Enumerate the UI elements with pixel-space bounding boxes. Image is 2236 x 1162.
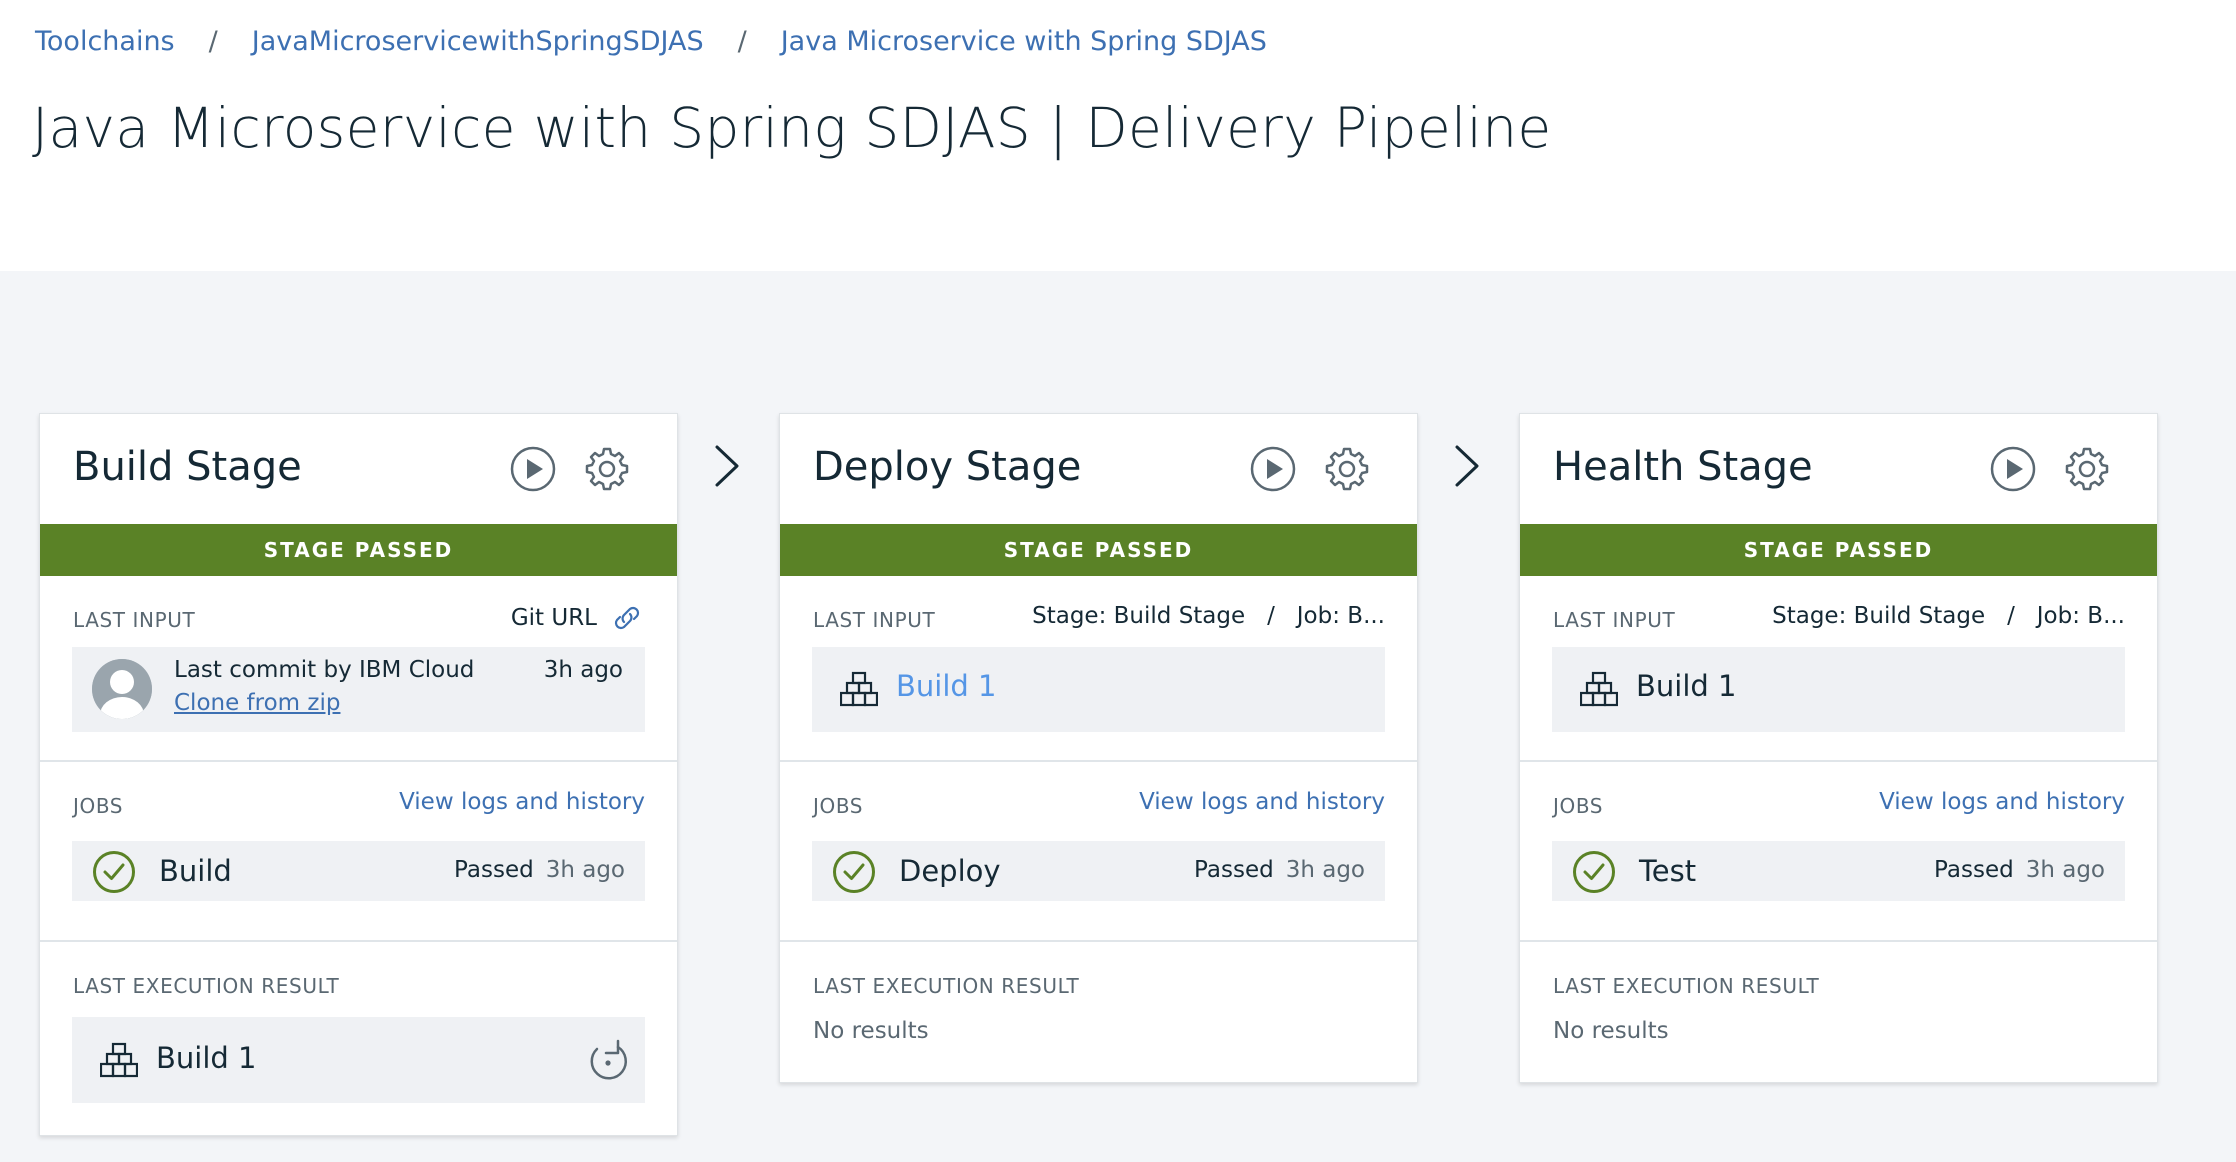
breadcrumb-pipeline[interactable]: Java Microservice with Spring SDJAS bbox=[781, 26, 1267, 57]
avatar bbox=[92, 659, 152, 719]
last-execution-section: LAST EXECUTION RESULT No results bbox=[780, 942, 1417, 1078]
job-status: Passed 3h ago bbox=[1194, 857, 1365, 883]
clone-from-zip-link[interactable]: Clone from zip bbox=[174, 690, 340, 716]
job-time: 3h ago bbox=[545, 857, 625, 883]
view-logs-link[interactable]: View logs and history bbox=[1139, 789, 1385, 815]
run-stage-icon[interactable] bbox=[1250, 446, 1296, 492]
jobs-section: JOBS View logs and history Test Passed 3h… bbox=[1520, 762, 2157, 942]
build-icon bbox=[840, 671, 878, 707]
link-icon bbox=[614, 606, 640, 630]
input-source: Stage: Build Stage / Job: B... bbox=[1772, 603, 2125, 629]
stage-card-health: Health Stage STAGE PASSED LAST INPUT Sta… bbox=[1519, 413, 2158, 1083]
stage-status-badge: STAGE PASSED bbox=[40, 524, 677, 576]
execution-result-tile[interactable]: Build 1 bbox=[72, 1017, 645, 1103]
input-source[interactable]: Git URL bbox=[511, 603, 645, 633]
last-input-section: LAST INPUT Stage: Build Stage / Job: B..… bbox=[1520, 576, 2157, 762]
check-circle-icon bbox=[93, 851, 135, 893]
job-status-text: Passed bbox=[454, 857, 534, 883]
no-results-text: No results bbox=[1553, 1018, 1669, 1044]
last-execution-label: LAST EXECUTION RESULT bbox=[73, 974, 340, 998]
jobs-section: JOBS View logs and history Build Passed 3… bbox=[40, 762, 677, 942]
breadcrumb-separator: / bbox=[737, 26, 747, 57]
page-header: Toolchains / JavaMicroservicewithSpringS… bbox=[0, 0, 2236, 271]
last-commit-tile: Last commit by IBM Cloud Clone from zip … bbox=[72, 647, 645, 732]
stage-title: Health Stage bbox=[1553, 444, 1813, 490]
last-execution-label: LAST EXECUTION RESULT bbox=[1553, 974, 1820, 998]
input-build-tile[interactable]: Build 1 bbox=[812, 647, 1385, 732]
stage-status-badge: STAGE PASSED bbox=[780, 524, 1417, 576]
commit-time: 3h ago bbox=[543, 657, 623, 683]
commit-text: Last commit by IBM Cloud bbox=[174, 657, 475, 683]
last-execution-label: LAST EXECUTION RESULT bbox=[813, 974, 1080, 998]
redeploy-icon bbox=[590, 1039, 628, 1080]
jobs-section: JOBS View logs and history Deploy Passed… bbox=[780, 762, 1417, 942]
chevron-right-icon bbox=[715, 445, 739, 487]
job-row[interactable]: Test Passed 3h ago bbox=[1552, 841, 2125, 901]
stage-header: Build Stage bbox=[40, 414, 677, 524]
stage-status-badge: STAGE PASSED bbox=[1520, 524, 2157, 576]
job-name: Deploy bbox=[899, 854, 1001, 888]
last-input-section: LAST INPUT Git URL Last commit by IBM Cl… bbox=[40, 576, 677, 762]
job-time: 3h ago bbox=[1285, 857, 1365, 883]
gear-icon[interactable] bbox=[1324, 446, 1370, 492]
input-source-label: Stage: Build Stage / Job: B... bbox=[1772, 603, 2125, 629]
input-build-tile[interactable]: Build 1 bbox=[1552, 647, 2125, 732]
last-input-label: LAST INPUT bbox=[73, 608, 196, 632]
jobs-label: JOBS bbox=[73, 794, 124, 818]
jobs-label: JOBS bbox=[813, 794, 864, 818]
job-status-text: Passed bbox=[1934, 857, 2014, 883]
input-source-label: Stage: Build Stage / Job: B... bbox=[1032, 603, 1385, 629]
view-logs-link[interactable]: View logs and history bbox=[399, 789, 645, 815]
stage-header: Health Stage bbox=[1520, 414, 2157, 524]
input-source: Stage: Build Stage / Job: B... bbox=[1032, 603, 1385, 629]
last-input-label: LAST INPUT bbox=[1553, 608, 1676, 632]
gear-icon[interactable] bbox=[584, 446, 630, 492]
job-name: Test bbox=[1639, 854, 1697, 888]
job-name: Build bbox=[159, 854, 232, 888]
stage-card-deploy: Deploy Stage STAGE PASSED LAST INPUT Sta… bbox=[779, 413, 1418, 1083]
job-status-text: Passed bbox=[1194, 857, 1274, 883]
breadcrumb: Toolchains / JavaMicroservicewithSpringS… bbox=[35, 26, 1267, 57]
run-stage-icon[interactable] bbox=[510, 446, 556, 492]
check-circle-icon bbox=[1573, 851, 1615, 893]
last-execution-section: LAST EXECUTION RESULT No results bbox=[1520, 942, 2157, 1078]
last-input-section: LAST INPUT Stage: Build Stage / Job: B..… bbox=[780, 576, 1417, 762]
view-logs-link[interactable]: View logs and history bbox=[1879, 789, 2125, 815]
build-icon bbox=[100, 1042, 138, 1078]
check-circle-icon bbox=[833, 851, 875, 893]
no-results-text: No results bbox=[813, 1018, 929, 1044]
breadcrumb-toolchains[interactable]: Toolchains bbox=[35, 26, 175, 57]
last-input-label: LAST INPUT bbox=[813, 608, 936, 632]
job-time: 3h ago bbox=[2025, 857, 2105, 883]
jobs-label: JOBS bbox=[1553, 794, 1604, 818]
run-stage-icon[interactable] bbox=[1990, 446, 2036, 492]
build-icon bbox=[1580, 671, 1618, 707]
job-status: Passed 3h ago bbox=[1934, 857, 2105, 883]
job-row[interactable]: Build Passed 3h ago bbox=[72, 841, 645, 901]
stage-title: Build Stage bbox=[73, 444, 302, 490]
gear-icon[interactable] bbox=[2064, 446, 2110, 492]
stage-header: Deploy Stage bbox=[780, 414, 1417, 524]
execution-result-value: Build 1 bbox=[156, 1041, 257, 1075]
page-title: Java Microservice with Spring SDJAS | De… bbox=[32, 96, 1552, 160]
job-status: Passed 3h ago bbox=[454, 857, 625, 883]
chevron-right-icon bbox=[1455, 445, 1479, 487]
user-avatar-icon bbox=[92, 659, 152, 719]
input-source-label: Git URL bbox=[510, 605, 597, 631]
input-build-link[interactable]: Build 1 bbox=[896, 669, 996, 703]
breadcrumb-separator: / bbox=[208, 26, 218, 57]
stage-card-build: Build Stage STAGE PASSED LAST INPUT Git … bbox=[39, 413, 678, 1136]
input-build-label: Build 1 bbox=[1636, 669, 1737, 703]
breadcrumb-toolchain[interactable]: JavaMicroservicewithSpringSDJAS bbox=[252, 26, 704, 57]
job-row[interactable]: Deploy Passed 3h ago bbox=[812, 841, 1385, 901]
stage-title: Deploy Stage bbox=[813, 444, 1082, 490]
